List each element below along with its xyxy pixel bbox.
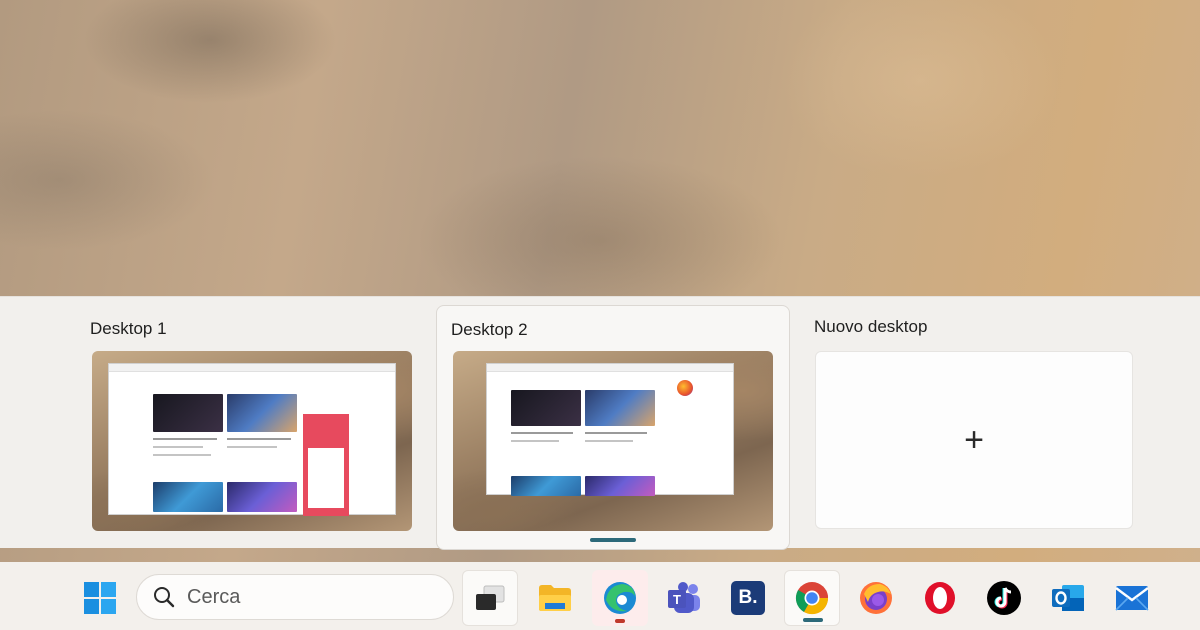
booking-icon: B.	[731, 581, 765, 615]
edge-running-indicator	[615, 619, 625, 623]
taskbar: Cerca T B.	[0, 562, 1200, 630]
browser-window-preview	[486, 363, 734, 496]
article-thumbnail	[511, 476, 581, 496]
start-button[interactable]	[72, 570, 128, 626]
desktop-1-tile[interactable]: Desktop 1	[76, 297, 430, 542]
opera-icon	[925, 582, 955, 614]
desktop-2-title: Desktop 2	[451, 320, 528, 339]
plus-icon: +	[964, 420, 984, 459]
search-placeholder: Cerca	[187, 585, 241, 608]
new-desktop-button[interactable]: +	[815, 351, 1133, 529]
article-thumbnail	[153, 482, 223, 512]
article-thumbnail	[511, 390, 581, 426]
edge-button[interactable]	[592, 570, 648, 626]
desktop-1-title: Desktop 1	[90, 319, 167, 338]
desktop-2-thumbnail[interactable]	[453, 351, 773, 531]
article-thumbnail	[227, 394, 297, 432]
mail-icon	[1115, 586, 1149, 611]
chrome-running-indicator	[803, 618, 823, 622]
ad-banner	[303, 414, 349, 516]
task-view-panel: Desktop 1 Desktop 2 Nuovo desktop +	[0, 296, 1200, 550]
article-thumbnail	[227, 482, 297, 512]
chrome-button[interactable]	[784, 570, 840, 626]
teams-button[interactable]: T	[656, 570, 712, 626]
firefox-icon	[860, 582, 892, 614]
file-explorer-button[interactable]	[527, 570, 583, 626]
article-thumbnail	[585, 390, 655, 426]
mail-button[interactable]	[1104, 570, 1160, 626]
tiktok-button[interactable]	[976, 570, 1032, 626]
tiktok-icon	[987, 581, 1021, 615]
outlook-button[interactable]	[1040, 570, 1096, 626]
active-desktop-indicator	[590, 538, 636, 542]
browser-window-preview	[108, 363, 396, 516]
firefox-button[interactable]	[848, 570, 904, 626]
opera-button[interactable]	[912, 570, 968, 626]
firefox-logo-preview	[677, 380, 693, 396]
search-icon	[154, 587, 175, 608]
edge-icon	[604, 582, 636, 614]
desktop-1-thumbnail[interactable]	[92, 351, 412, 531]
teams-icon: T	[668, 582, 700, 613]
new-desktop-title: Nuovo desktop	[814, 317, 928, 336]
windows-logo-icon	[84, 582, 116, 614]
svg-text:T: T	[673, 592, 681, 607]
folder-icon	[539, 585, 571, 611]
task-view-icon	[476, 585, 505, 610]
article-thumbnail	[153, 394, 223, 432]
chrome-icon	[795, 582, 829, 615]
outlook-icon	[1052, 585, 1084, 611]
desktop-wallpaper	[0, 0, 1200, 300]
desktop-2-tile[interactable]: Desktop 2	[436, 305, 790, 550]
booking-button[interactable]: B.	[720, 570, 776, 626]
task-view-button[interactable]	[462, 570, 518, 626]
search-box[interactable]: Cerca	[136, 574, 454, 620]
article-thumbnail	[585, 476, 655, 496]
